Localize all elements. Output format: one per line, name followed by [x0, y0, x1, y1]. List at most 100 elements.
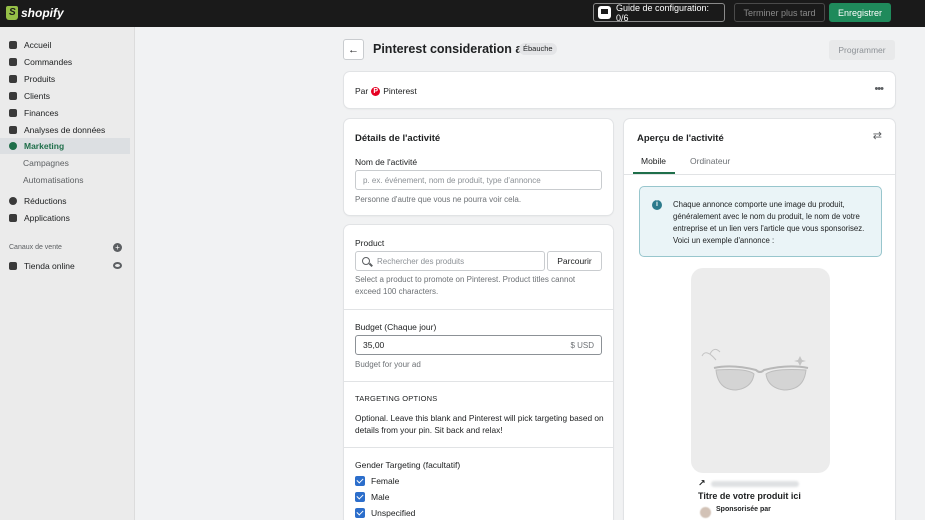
budget-input[interactable]: 35,00 $ USD — [355, 335, 602, 355]
sidebar-subitem-automations[interactable]: Automatisations — [23, 175, 83, 185]
sidebar-item-discounts[interactable]: Réductions — [0, 193, 130, 209]
discount-icon — [9, 197, 17, 205]
sidebar-item-label: Tienda online — [24, 261, 75, 271]
sidebar-item-products[interactable]: Produits — [0, 71, 130, 87]
save-button[interactable]: Enregistrer — [829, 3, 891, 22]
gender-option-label: Unspecified — [371, 508, 416, 518]
status-badge: Ébauche — [519, 43, 557, 55]
active-tab-indicator — [633, 172, 675, 174]
top-bar: shopify Guide de configuration: 0/6 Term… — [0, 0, 925, 27]
shopify-logo[interactable]: shopify — [6, 5, 64, 21]
activity-name-input[interactable]: p. ex. événement, nom de produit, type d… — [355, 170, 602, 190]
ad-image-placeholder — [691, 268, 830, 473]
sidebar-item-home[interactable]: Accueil — [0, 37, 130, 53]
activity-name-label: Nom de l'activité — [355, 157, 418, 167]
eye-icon[interactable] — [113, 262, 122, 269]
sidebar-item-label: Réductions — [24, 196, 67, 206]
arrow-left-icon: ← — [348, 43, 359, 56]
gender-female-checkbox-row[interactable]: Female — [355, 476, 399, 486]
app-attribution-card: Par P Pinterest ••• — [344, 72, 895, 108]
divider — [344, 309, 613, 310]
activity-details-card: Détails de l'activité Nom de l'activité … — [344, 119, 613, 215]
target-icon — [9, 142, 17, 150]
activity-name-help: Personne d'autre que vous ne pourra voir… — [355, 195, 522, 204]
chart-icon — [9, 126, 17, 134]
currency-suffix: $ USD — [570, 340, 594, 350]
search-icon — [362, 257, 370, 265]
platform-name: Pinterest — [383, 86, 417, 96]
activity-preview-card: Aperçu de l'activité ⇄ Mobile Ordinateur… — [624, 119, 895, 520]
sidebar-item-label: Finances — [24, 108, 59, 118]
checkbox-checked[interactable] — [355, 508, 365, 518]
sidebar-item-label: Produits — [24, 74, 56, 84]
search-placeholder: Rechercher des produits — [377, 256, 465, 266]
store-icon — [9, 262, 17, 270]
sidebar-item-online-store[interactable]: Tienda online — [0, 258, 130, 274]
tab-desktop[interactable]: Ordinateur — [690, 156, 730, 166]
by-prefix: Par — [355, 86, 369, 96]
arrow-up-right-icon: ↗ — [698, 478, 706, 488]
sunglasses-illustration — [701, 348, 809, 391]
gender-option-label: Female — [371, 476, 400, 486]
sidebar-item-label: Accueil — [24, 40, 52, 50]
checkbox-checked[interactable] — [355, 476, 365, 486]
app-attribution: Par P Pinterest — [355, 86, 417, 96]
checkbox-checked[interactable] — [355, 492, 365, 502]
sidebar-item-finances[interactable]: Finances — [0, 105, 130, 121]
gender-male-checkbox-row[interactable]: Male — [355, 492, 389, 502]
sidebar-item-label: Marketing — [24, 141, 65, 151]
sidebar-item-customers[interactable]: Clients — [0, 88, 130, 104]
ad-link-row: ↗ — [698, 478, 799, 489]
page-title: Pinterest consideration ad — [373, 42, 530, 56]
shopify-bag-icon — [6, 6, 18, 20]
sidebar-item-analytics[interactable]: Analyses de données — [0, 122, 130, 138]
product-search-input[interactable]: Rechercher des produits — [355, 251, 545, 271]
orders-icon — [9, 58, 17, 66]
sidebar-item-marketing[interactable]: Marketing — [0, 138, 130, 154]
card-title: Détails de l'activité — [355, 133, 441, 144]
back-button[interactable]: ← — [343, 39, 364, 60]
targeting-text: Optional. Leave this blank and Pinterest… — [355, 413, 604, 435]
ad-settings-card: Product Rechercher des produits Parcouri… — [344, 225, 613, 520]
avatar — [700, 507, 711, 518]
home-icon — [9, 41, 17, 49]
sidebar-item-label: Applications — [24, 213, 70, 223]
info-text: Chaque annonce comporte une image du pro… — [673, 200, 865, 245]
schedule-button[interactable]: Programmer — [829, 40, 895, 60]
preview-title: Aperçu de l'activité — [637, 133, 724, 144]
gender-option-label: Male — [371, 492, 390, 502]
tab-mobile[interactable]: Mobile — [641, 156, 666, 166]
budget-help: Budget for your ad — [355, 360, 421, 369]
tab-divider — [624, 174, 895, 175]
product-help: Select a product to promote on Pinterest… — [355, 275, 576, 296]
blurred-link-text — [710, 480, 799, 487]
setup-guide-button[interactable]: Guide de configuration: 0/6 — [593, 2, 725, 23]
setup-guide-label: Guide de configuration: 0/6 — [615, 2, 710, 23]
add-channel-plus-icon[interactable]: + — [113, 243, 122, 252]
product-label: Product — [355, 238, 385, 248]
sidebar-item-apps[interactable]: Applications — [0, 210, 130, 226]
sidebar-item-label: Commandes — [24, 57, 73, 67]
gender-targeting-label: Gender Targeting (facultatif) — [355, 460, 461, 470]
sidebar: Accueil Commandes Produits Clients Finan… — [0, 27, 135, 520]
sidebar-item-label: Clients — [24, 91, 50, 101]
browse-button[interactable]: Parcourir — [547, 251, 602, 271]
sidebar-item-orders[interactable]: Commandes — [0, 54, 130, 70]
budget-label: Budget (Chaque jour) — [355, 322, 437, 332]
more-actions-icon[interactable]: ••• — [874, 83, 884, 95]
sales-channels-heading: Canaux de vente — [9, 244, 62, 251]
brand-name: shopify — [21, 6, 64, 20]
sidebar-item-label: Analyses de données — [24, 125, 106, 135]
tag-icon — [9, 75, 17, 83]
divider — [344, 381, 613, 382]
gender-unspecified-checkbox-row[interactable]: Unspecified — [355, 508, 415, 518]
finish-later-button[interactable]: Terminer plus tard — [734, 3, 825, 22]
ad-product-title: Titre de votre produit ici — [698, 491, 801, 501]
budget-value: 35,00 — [363, 340, 385, 350]
swap-arrows-icon[interactable]: ⇄ — [873, 129, 882, 142]
pinterest-icon: P — [371, 86, 381, 96]
sponsored-by-label: Sponsorisée par — [716, 506, 771, 513]
info-banner: i Chaque annonce comporte une image du p… — [639, 186, 882, 257]
sidebar-subitem-campaigns[interactable]: Campagnes — [23, 158, 69, 168]
apps-icon — [9, 214, 17, 222]
